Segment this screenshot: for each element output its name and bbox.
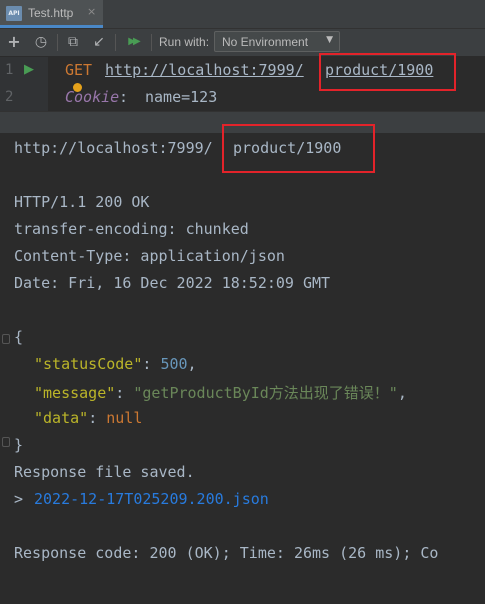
intention-bulb-icon[interactable] <box>73 83 82 92</box>
run-with-label: Run with: <box>159 35 210 49</box>
environment-select[interactable]: No Environment ▼ <box>214 31 340 52</box>
add-request-icon[interactable]: + <box>3 31 25 53</box>
json-line-status: "statusCode": 500, <box>34 355 197 373</box>
response-header: transfer-encoding: chunked <box>14 220 249 238</box>
response-panel: http://localhost:7999/ product/1900 HTTP… <box>0 133 485 604</box>
json-close-brace: } <box>14 436 24 454</box>
response-file-link[interactable]: 2022-12-17T025209.200.json <box>34 490 269 508</box>
toolbar-divider <box>57 34 58 51</box>
response-header: Date: Fri, 16 Dec 2022 18:52:09 GMT <box>14 274 331 292</box>
json-key: "statusCode" <box>34 355 143 373</box>
header-name: Cookie <box>65 88 120 106</box>
toolbar-divider <box>115 34 116 51</box>
http-method: GET <box>65 61 93 79</box>
line-number: 1 <box>5 62 14 78</box>
json-line-message: "message": "getProductById方法出现了错误！", <box>34 384 407 402</box>
json-key: "message" <box>34 384 116 402</box>
response-summary: Response code: 200 (OK); Time: 26ms (26 … <box>14 544 439 562</box>
json-key: "data" <box>34 409 89 427</box>
json-open-brace: { <box>14 328 24 346</box>
highlight-box-request <box>319 53 456 91</box>
tab-label: Test.http <box>28 6 74 20</box>
copy-icon[interactable]: ⧉ <box>62 31 84 53</box>
run-request-icon[interactable]: ▶ <box>24 62 34 77</box>
status-line: HTTP/1.1 200 OK <box>14 193 150 211</box>
request-url-host[interactable]: http://localhost:7999/ <box>105 61 304 79</box>
highlight-box-response <box>222 124 375 173</box>
run-all-icon[interactable]: ▶▶ <box>120 31 146 53</box>
import-icon[interactable]: ↙ <box>88 31 110 53</box>
saved-text: Response file saved. <box>14 463 195 481</box>
chevron-down-icon: ▼ <box>326 35 333 45</box>
header-value: name=123 <box>145 88 218 106</box>
header-separator: : <box>119 88 138 106</box>
tab-test-http[interactable]: API Test.http × <box>0 0 103 28</box>
history-icon[interactable]: ◷ <box>30 31 52 53</box>
close-icon[interactable]: × <box>87 5 96 18</box>
environment-value: No Environment <box>222 35 309 49</box>
fold-marker[interactable] <box>2 334 10 344</box>
json-number: 500 <box>160 355 188 373</box>
response-url-host: http://localhost:7999/ <box>14 139 213 157</box>
fold-marker[interactable] <box>2 437 10 447</box>
api-file-icon: API <box>6 6 22 21</box>
file-prefix: > <box>14 490 33 508</box>
json-null: null <box>106 409 143 427</box>
toolbar-divider <box>151 34 152 51</box>
json-line-data: "data": null <box>34 409 143 427</box>
editor-tab-bar: API Test.http × <box>0 0 485 29</box>
response-header: Content-Type: application/json <box>14 247 285 265</box>
json-string: "getProductById方法出现了错误！" <box>133 384 398 402</box>
line-number: 2 <box>5 89 14 105</box>
